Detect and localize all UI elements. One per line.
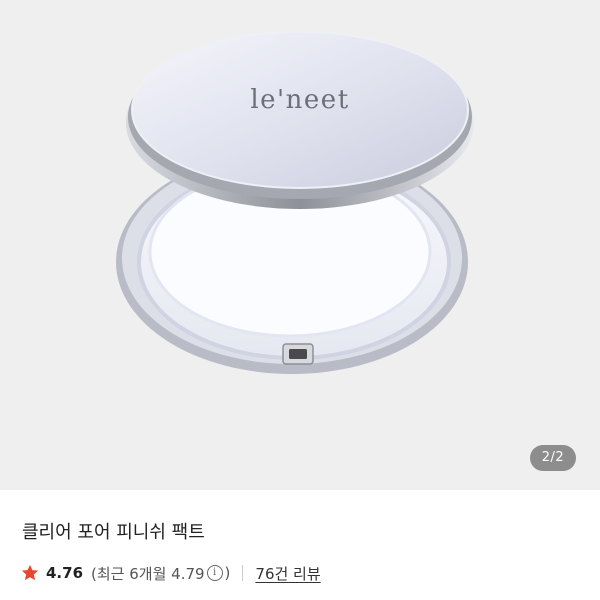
product-image: le'neet [116,31,474,374]
recent-rating-text: (최근 6개월 4.79 [91,564,205,583]
divider [242,565,244,581]
product-title: 클리어 포어 피니쉬 팩트 [22,522,205,543]
svg-text:le'neet: le'neet [250,85,349,115]
recent-rating: (최근 6개월 4.79 i ) [91,563,230,584]
rating-row: 4.76 (최근 6개월 4.79 i ) 76건 리뷰 [20,561,321,585]
recent-rating-close: ) [224,564,231,582]
product-image-gallery[interactable]: le'neet 2/2 [0,0,600,490]
rating-value: 4.76 [46,564,84,582]
product-info: 클리어 포어 피니쉬 팩트 4.76 (최근 6개월 4.79 i ) 76건 … [0,490,600,600]
info-icon[interactable]: i [206,565,223,581]
review-count-link[interactable]: 76건 리뷰 [255,563,320,584]
star-icon [21,564,39,581]
page-indicator: 2/2 [530,445,576,471]
